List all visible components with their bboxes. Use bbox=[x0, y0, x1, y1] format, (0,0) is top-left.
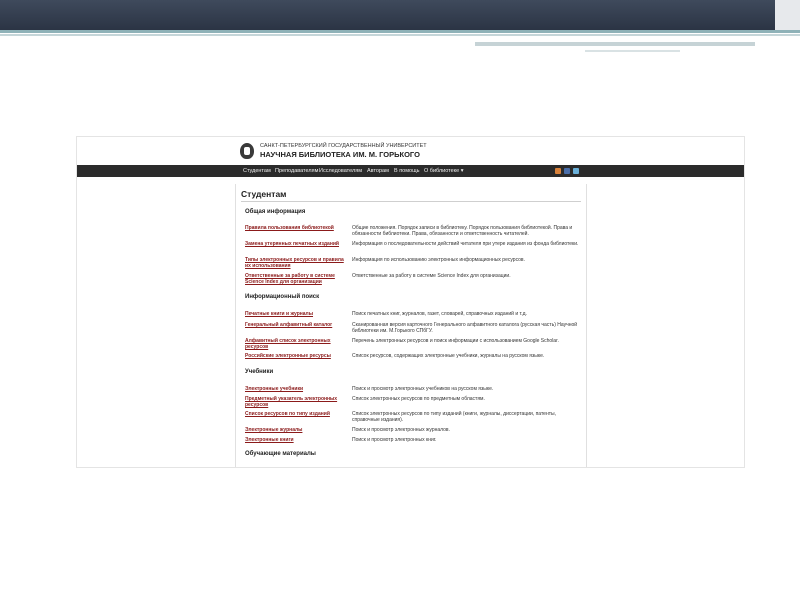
resource-description: Список электронных ресурсов по типу изда… bbox=[352, 411, 556, 423]
resource-description: Перечень электронных ресурсов и поиск ин… bbox=[352, 338, 559, 344]
section-heading: Общая информация bbox=[245, 209, 306, 215]
nav-item-authors[interactable]: Авторам bbox=[367, 168, 389, 174]
nav-item-help[interactable]: В помощь bbox=[394, 168, 419, 174]
section-heading: Информационный поиск bbox=[245, 294, 320, 300]
resource-description: Поиск печатных книг, журналов, газет, сл… bbox=[352, 311, 527, 317]
resource-description: Сканированная версия карточного Генераль… bbox=[352, 322, 578, 334]
nav-item-about[interactable]: О библиотеке ▾ bbox=[424, 168, 463, 174]
resource-link[interactable]: Предметный указатель электронных ресурсо… bbox=[245, 396, 345, 408]
resource-link[interactable]: Российские электронные ресурсы bbox=[245, 353, 345, 359]
main-nav: Студентам Преподавателям Исследователям … bbox=[77, 165, 744, 177]
content-panel: Студентам Общая информация Правила польз… bbox=[235, 184, 587, 467]
slide-corner bbox=[775, 0, 800, 30]
resource-description: Поиск и просмотр электронных учебников н… bbox=[352, 386, 494, 392]
resource-description: Список электронных ресурсов по предметны… bbox=[352, 396, 485, 402]
nav-item-students[interactable]: Студентам bbox=[243, 168, 271, 174]
resource-link[interactable]: Ответственные за работу в системе Scienc… bbox=[245, 273, 345, 285]
university-name: САНКТ-ПЕТЕРБУРГСКИЙ ГОСУДАРСТВЕННЫЙ УНИВ… bbox=[260, 143, 427, 149]
slide-title-bar bbox=[0, 0, 800, 30]
slide-stripe bbox=[475, 42, 755, 46]
nav-item-researchers[interactable]: Исследователям bbox=[319, 168, 362, 174]
resource-link[interactable]: Замена утерянных печатных изданий bbox=[245, 241, 345, 247]
library-page-screenshot: САНКТ-ПЕТЕРБУРГСКИЙ ГОСУДАРСТВЕННЫЙ УНИВ… bbox=[77, 137, 744, 467]
resource-description: Поиск и просмотр электронных книг. bbox=[352, 437, 437, 443]
section-heading: Учебники bbox=[245, 369, 274, 375]
resource-link[interactable]: Список ресурсов по типу изданий bbox=[245, 411, 345, 417]
resource-link[interactable]: Правила пользования библиотекой bbox=[245, 225, 345, 231]
resource-link[interactable]: Типы электронных ресурсов и правила их и… bbox=[245, 257, 345, 269]
slide-stripe bbox=[585, 50, 680, 52]
vk-icon[interactable] bbox=[555, 168, 561, 174]
section-heading: Обучающие материалы bbox=[245, 451, 316, 457]
resource-link[interactable]: Электронные журналы bbox=[245, 427, 345, 433]
resource-description: Информация по использованию электронных … bbox=[352, 257, 525, 263]
resource-link[interactable]: Электронные книги bbox=[245, 437, 345, 443]
slide-stripe bbox=[0, 34, 800, 36]
facebook-icon[interactable] bbox=[564, 168, 570, 174]
resource-link[interactable]: Генеральный алфавитный каталог bbox=[245, 322, 345, 328]
twitter-icon[interactable] bbox=[573, 168, 579, 174]
slide-stripe bbox=[0, 30, 800, 33]
resource-link[interactable]: Алфавитный список электронных ресурсов bbox=[245, 338, 345, 350]
nav-item-teachers[interactable]: Преподавателям bbox=[275, 168, 318, 174]
title-divider bbox=[241, 201, 581, 202]
page-title: Студентам bbox=[241, 189, 287, 199]
resource-link[interactable]: Электронные учебники bbox=[245, 386, 345, 392]
library-logo-icon[interactable] bbox=[240, 143, 254, 159]
site-header: САНКТ-ПЕТЕРБУРГСКИЙ ГОСУДАРСТВЕННЫЙ УНИВ… bbox=[77, 137, 744, 165]
resource-description: Ответственные за работу в системе Scienc… bbox=[352, 273, 511, 279]
resource-description: Поиск и просмотр электронных журналов. bbox=[352, 427, 450, 433]
resource-description: Информация о последовательности действий… bbox=[352, 241, 579, 247]
resource-link[interactable]: Печатные книги и журналы bbox=[245, 311, 345, 317]
resource-description: Общие положения. Порядок записи в библио… bbox=[352, 225, 573, 237]
library-name[interactable]: НАУЧНАЯ БИБЛИОТЕКА ИМ. М. ГОРЬКОГО bbox=[260, 150, 420, 159]
resource-description: Список ресурсов, содержащих электронные … bbox=[352, 353, 545, 359]
